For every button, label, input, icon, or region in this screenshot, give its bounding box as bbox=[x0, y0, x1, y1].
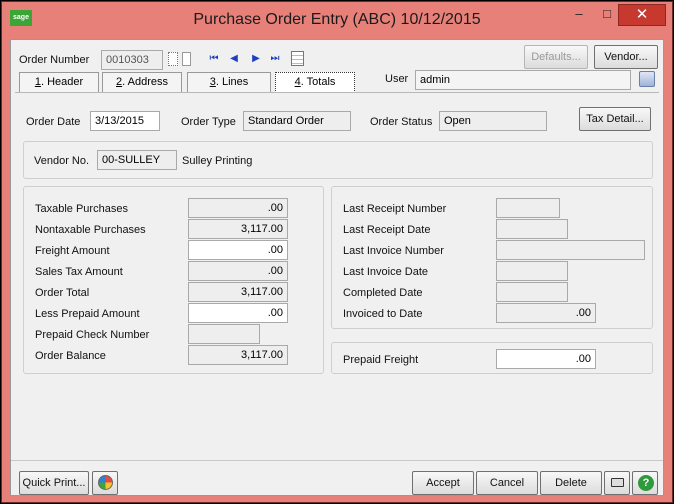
previous-record-icon[interactable]: ◀ bbox=[228, 52, 240, 66]
less-prepaid-amount-label: Less Prepaid Amount bbox=[35, 308, 140, 320]
taxable-purchases-field[interactable]: .00 bbox=[188, 198, 288, 218]
freight-amount-field[interactable]: .00 bbox=[188, 240, 288, 260]
tab-totals[interactable]: 4. Totals bbox=[275, 72, 355, 93]
completed-date-field[interactable] bbox=[496, 282, 568, 302]
app-window: sage Purchase Order Entry (ABC) 10/12/20… bbox=[1, 1, 673, 503]
tax-detail-button[interactable]: Tax Detail... bbox=[579, 107, 651, 131]
close-button[interactable]: ✕ bbox=[618, 4, 666, 26]
last-record-icon[interactable]: ⏭ bbox=[269, 52, 281, 66]
user-field[interactable]: admin bbox=[415, 70, 631, 90]
tab-lines[interactable]: 3. Lines bbox=[187, 72, 271, 92]
order-total-field[interactable]: 3,117.00 bbox=[188, 282, 288, 302]
vendor-button[interactable]: Vendor... bbox=[594, 45, 658, 69]
nontaxable-purchases-label: Nontaxable Purchases bbox=[35, 224, 146, 236]
invoiced-to-date-field[interactable]: .00 bbox=[496, 303, 596, 323]
order-date-field[interactable]: 3/13/2015 bbox=[90, 111, 160, 131]
order-type-field[interactable]: Standard Order bbox=[243, 111, 351, 131]
vendor-name: Sulley Printing bbox=[182, 155, 253, 167]
order-status-field[interactable]: Open bbox=[439, 111, 547, 131]
less-prepaid-amount-field[interactable]: .00 bbox=[188, 303, 288, 323]
delete-button[interactable]: Delete bbox=[540, 471, 602, 495]
last-receipt-date-label: Last Receipt Date bbox=[343, 224, 431, 236]
last-receipt-date-field[interactable] bbox=[496, 219, 568, 239]
cancel-button[interactable]: Cancel bbox=[476, 471, 538, 495]
last-invoice-number-label: Last Invoice Number bbox=[343, 245, 444, 257]
order-balance-field[interactable]: 3,117.00 bbox=[188, 345, 288, 365]
tab-totals-label: . Totals bbox=[300, 76, 336, 88]
tab-address[interactable]: 2. Address bbox=[102, 72, 182, 92]
title-bar[interactable]: sage Purchase Order Entry (ABC) 10/12/20… bbox=[2, 2, 672, 38]
sales-tax-amount-field[interactable]: .00 bbox=[188, 261, 288, 281]
tab-address-label: . Address bbox=[122, 76, 168, 88]
help-icon: ? bbox=[638, 475, 654, 491]
first-record-icon[interactable]: ⏮ bbox=[208, 52, 220, 66]
tab-divider bbox=[15, 92, 659, 93]
order-date-label: Order Date bbox=[26, 116, 81, 128]
last-invoice-date-label: Last Invoice Date bbox=[343, 266, 428, 278]
order-total-label: Order Total bbox=[35, 287, 90, 299]
user-status-icon[interactable] bbox=[639, 71, 655, 87]
last-receipt-number-label: Last Receipt Number bbox=[343, 203, 447, 215]
tab-header[interactable]: 1. Header bbox=[19, 72, 99, 92]
order-balance-label: Order Balance bbox=[35, 350, 106, 362]
order-number-label: Order Number bbox=[19, 54, 90, 66]
taxable-purchases-label: Taxable Purchases bbox=[35, 203, 128, 215]
defaults-button[interactable]: Defaults... bbox=[524, 45, 588, 69]
next-record-icon[interactable]: ▶ bbox=[250, 52, 262, 66]
help-button[interactable]: ? bbox=[632, 471, 658, 495]
receipt-invoice-panel: Last Receipt Number Last Receipt Date La… bbox=[331, 186, 653, 329]
totals-panel: Taxable Purchases .00 Nontaxable Purchas… bbox=[23, 186, 324, 374]
last-invoice-number-field[interactable] bbox=[496, 240, 645, 260]
customizer-button[interactable] bbox=[92, 471, 118, 495]
prepaid-freight-panel: Prepaid Freight .00 bbox=[331, 342, 653, 374]
tab-header-label: . Header bbox=[40, 76, 84, 88]
user-label: User bbox=[385, 73, 409, 85]
quick-print-button[interactable]: Quick Print... bbox=[19, 471, 89, 495]
lookup-button[interactable] bbox=[168, 52, 178, 66]
last-invoice-date-field[interactable] bbox=[496, 261, 568, 281]
customizer-icon bbox=[98, 475, 113, 490]
print-button[interactable] bbox=[604, 471, 630, 495]
freight-amount-label: Freight Amount bbox=[35, 245, 110, 257]
vendor-panel: Vendor No. 00-SULLEY Sulley Printing bbox=[23, 141, 653, 179]
order-status-label: Order Status bbox=[370, 116, 433, 128]
minimize-button[interactable]: – bbox=[568, 4, 590, 26]
last-receipt-number-field[interactable] bbox=[496, 198, 560, 218]
new-record-icon[interactable] bbox=[182, 52, 191, 66]
printer-icon bbox=[611, 478, 624, 487]
maximize-button[interactable]: □ bbox=[596, 4, 618, 26]
order-number-field[interactable]: 0010303 bbox=[101, 50, 163, 70]
prepaid-freight-field[interactable]: .00 bbox=[496, 349, 596, 369]
vendor-no-label: Vendor No. bbox=[34, 155, 90, 167]
invoiced-to-date-label: Invoiced to Date bbox=[343, 308, 423, 320]
accept-button[interactable]: Accept bbox=[412, 471, 474, 495]
order-type-label: Order Type bbox=[181, 116, 236, 128]
completed-date-label: Completed Date bbox=[343, 287, 423, 299]
sales-tax-amount-label: Sales Tax Amount bbox=[35, 266, 123, 278]
vendor-no-field[interactable]: 00-SULLEY bbox=[97, 150, 177, 170]
nontaxable-purchases-field[interactable]: 3,117.00 bbox=[188, 219, 288, 239]
prepaid-freight-label: Prepaid Freight bbox=[343, 354, 419, 366]
client-area: Order Number 0010303 ⏮ ◀ ▶ ⏭ Defaults...… bbox=[10, 39, 664, 496]
prepaid-check-number-label: Prepaid Check Number bbox=[35, 329, 150, 341]
tab-lines-label: . Lines bbox=[215, 76, 249, 88]
prepaid-check-number-field[interactable] bbox=[188, 324, 260, 344]
footer-divider bbox=[11, 460, 663, 461]
memo-icon[interactable] bbox=[291, 51, 304, 66]
